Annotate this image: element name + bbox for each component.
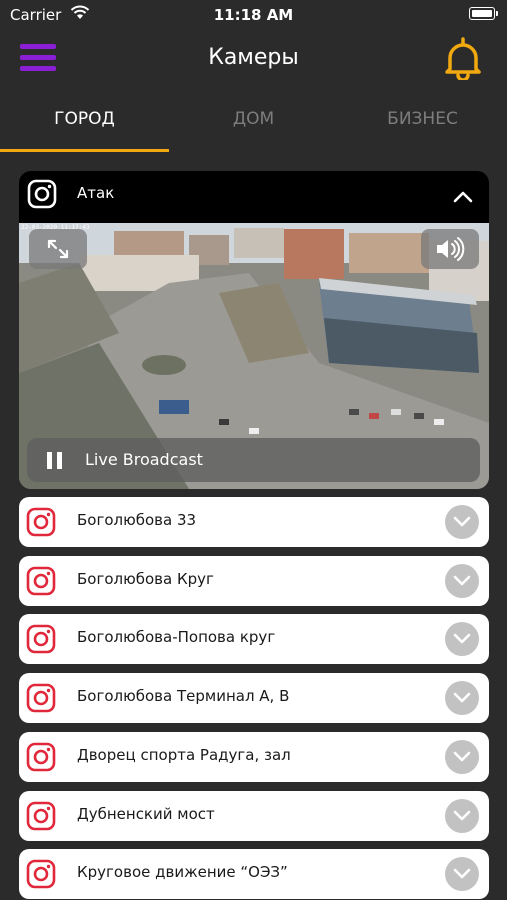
instagram-icon	[26, 683, 56, 713]
camera-name: Боголюбова-Попова круг	[77, 628, 276, 646]
pause-icon[interactable]	[47, 452, 63, 469]
active-tab-indicator	[0, 149, 169, 152]
instagram-icon	[26, 801, 56, 831]
battery-icon	[469, 7, 498, 20]
instagram-icon	[26, 742, 56, 772]
chevron-down-icon[interactable]	[445, 740, 479, 774]
camera-name: Боголюбова 33	[77, 511, 197, 529]
list-item[interactable]: Круговое движение “ОЭЗ”	[19, 849, 489, 899]
instagram-icon	[26, 566, 56, 596]
chevron-down-icon[interactable]	[445, 622, 479, 656]
category-tabs: ГОРОД ДОМ БИЗНЕС	[0, 100, 507, 152]
chevron-down-icon[interactable]	[445, 681, 479, 715]
tab-business[interactable]: БИЗНЕС	[338, 100, 507, 152]
instagram-icon	[26, 624, 56, 654]
instagram-icon	[26, 507, 56, 537]
camera-name: Боголюбова Круг	[77, 570, 214, 588]
list-item[interactable]: Боголюбова-Попова круг	[19, 614, 489, 664]
expanded-camera-card: Атак 22-03-2020 11:17:43 Live Broadcast	[19, 171, 489, 489]
camera-name: Дворец спорта Радуга, зал	[77, 746, 291, 764]
clock: 11:18 AM	[213, 6, 294, 24]
instagram-icon	[27, 179, 57, 209]
tab-city[interactable]: ГОРОД	[0, 100, 169, 152]
list-item[interactable]: Боголюбова Терминал А, В	[19, 673, 489, 723]
camera-name: Дубненский мост	[77, 805, 215, 823]
app-header: Камеры	[0, 30, 507, 88]
chevron-down-icon[interactable]	[445, 564, 479, 598]
fullscreen-icon[interactable]	[29, 229, 87, 269]
list-item[interactable]: Дворец спорта Радуга, зал	[19, 732, 489, 782]
chevron-down-icon[interactable]	[445, 799, 479, 833]
live-broadcast-label: Live Broadcast	[85, 450, 203, 469]
instagram-icon	[26, 859, 56, 889]
camera-card-header[interactable]: Атак	[19, 171, 489, 223]
chevron-down-icon[interactable]	[445, 505, 479, 539]
chevron-up-icon[interactable]	[451, 185, 475, 209]
volume-icon[interactable]	[421, 229, 479, 269]
chevron-down-icon[interactable]	[445, 857, 479, 891]
page-title: Камеры	[208, 45, 299, 70]
live-broadcast-bar[interactable]: Live Broadcast	[27, 438, 480, 482]
list-item[interactable]: Боголюбова 33	[19, 497, 489, 547]
list-item[interactable]: Боголюбова Круг	[19, 556, 489, 606]
tab-home[interactable]: ДОМ	[169, 100, 338, 152]
camera-name: Круговое движение “ОЭЗ”	[77, 863, 288, 881]
bell-icon[interactable]	[443, 36, 483, 82]
status-bar: Carrier 11:18 AM	[0, 0, 507, 30]
list-item[interactable]: Дубненский мост	[19, 791, 489, 841]
camera-title: Атак	[77, 184, 115, 202]
camera-name: Боголюбова Терминал А, В	[77, 687, 290, 705]
camera-video-stream[interactable]: 22-03-2020 11:17:43 Live Broadcast	[19, 223, 489, 489]
